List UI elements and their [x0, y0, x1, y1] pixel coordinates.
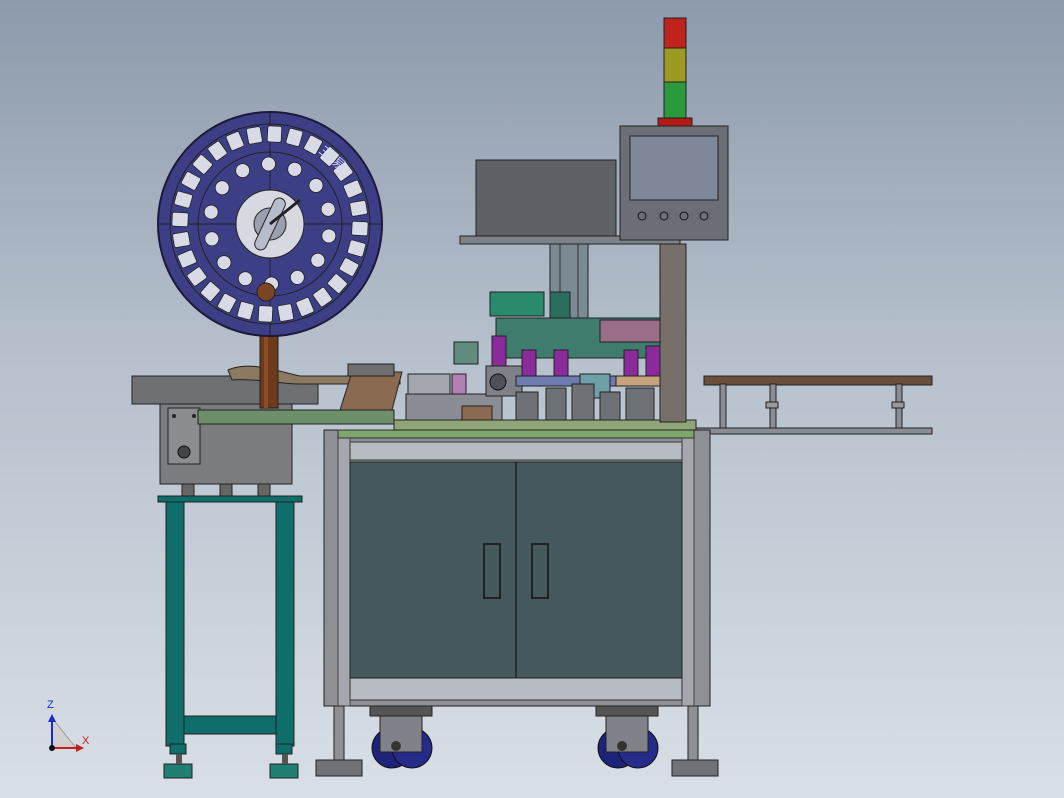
signal-tower [657, 17, 693, 127]
axis-triad [48, 714, 84, 752]
reel-slot [171, 211, 189, 228]
axis-x-label: X [82, 735, 90, 747]
reel-hole [287, 161, 303, 177]
reel-hole [321, 228, 337, 244]
axis-z-label: Z [47, 699, 54, 711]
reel-hole [235, 163, 251, 178]
reel-slot [266, 125, 283, 143]
reel-hole [237, 271, 253, 287]
reel-hole [203, 204, 219, 220]
reel-hole [214, 180, 230, 196]
reel-hole [308, 178, 324, 193]
reel-slot [351, 220, 369, 237]
reel-hole [216, 255, 232, 270]
reel-slot [246, 126, 263, 145]
reel-slot [277, 303, 294, 322]
machine-drawing: 三 易 [48, 17, 933, 779]
reel-hole [310, 252, 326, 268]
output-conveyor [693, 375, 933, 435]
reel-hole [204, 231, 220, 247]
reel-slot [257, 305, 274, 323]
reel-hole [289, 270, 305, 285]
reel-hole [320, 201, 336, 217]
reel-hole [261, 156, 276, 172]
feeder-stand [157, 483, 303, 779]
reel-slot [349, 200, 368, 217]
reel-slot [172, 231, 191, 248]
main-cabinet [315, 429, 719, 777]
